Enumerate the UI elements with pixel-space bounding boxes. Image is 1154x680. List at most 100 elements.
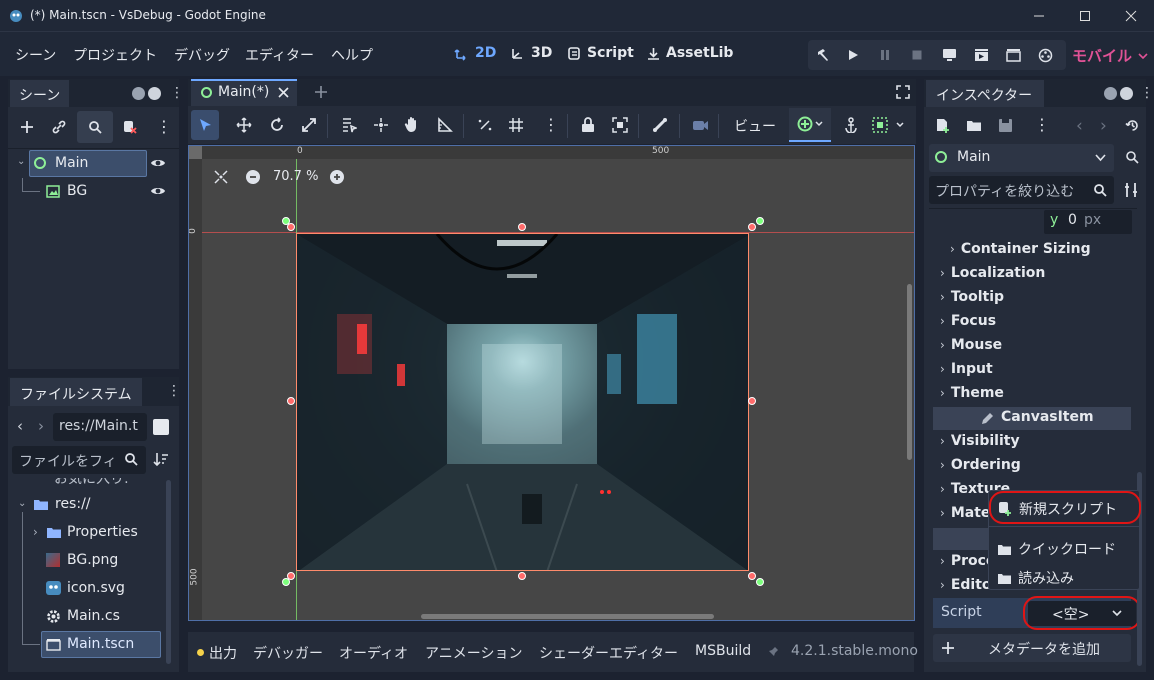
instance-scene-button[interactable] bbox=[46, 114, 72, 140]
dock-next-icon[interactable] bbox=[1120, 86, 1133, 100]
filesystem-scrollbar[interactable] bbox=[166, 480, 171, 664]
sort-button[interactable] bbox=[153, 451, 169, 467]
layout-preset-button[interactable] bbox=[872, 117, 906, 133]
kebab-menu-icon[interactable]: ⋮ bbox=[170, 85, 184, 101]
res-root[interactable]: res:// bbox=[55, 496, 91, 512]
node-selector-dropdown[interactable]: Main bbox=[929, 144, 1114, 172]
resize-handle-tl[interactable] bbox=[287, 223, 295, 231]
resize-handle-br[interactable] bbox=[748, 572, 756, 580]
tab-msbuild[interactable]: MSBuild bbox=[695, 643, 751, 659]
move-icon[interactable] bbox=[236, 117, 252, 133]
remote-debug-button[interactable] bbox=[936, 42, 962, 68]
play-button[interactable] bbox=[840, 42, 866, 68]
section-visibility[interactable]: › Visibility bbox=[940, 433, 1020, 449]
resize-handle-right[interactable] bbox=[748, 397, 756, 405]
open-folder-icon[interactable] bbox=[966, 119, 983, 133]
menu-scene[interactable]: シーン bbox=[15, 45, 56, 65]
add-node-button[interactable] bbox=[14, 114, 40, 140]
snap-options-icon[interactable]: ⋮ bbox=[543, 115, 559, 134]
menu-debug[interactable]: デバッグ bbox=[174, 45, 230, 65]
tab-audio[interactable]: オーディオ bbox=[339, 643, 408, 663]
new-resource-icon[interactable] bbox=[935, 118, 951, 134]
save-icon[interactable] bbox=[998, 118, 1013, 133]
kebab-menu-icon[interactable]: ⋮ bbox=[1140, 85, 1154, 101]
file-bg-png[interactable]: BG.png bbox=[67, 552, 118, 568]
section-focus[interactable]: › Focus bbox=[940, 313, 996, 329]
section-input[interactable]: › Input bbox=[940, 361, 993, 377]
add-child-shortcut-button[interactable] bbox=[789, 108, 831, 142]
section-theme[interactable]: › Theme bbox=[940, 385, 1004, 401]
anchor-handle-tr[interactable] bbox=[756, 217, 764, 225]
renderer-selector[interactable]: モバイル bbox=[1072, 45, 1148, 66]
menu-help[interactable]: ヘルプ bbox=[331, 45, 373, 65]
smart-snap-icon[interactable] bbox=[477, 117, 493, 133]
grid-snap-icon[interactable] bbox=[508, 117, 524, 133]
zoom-in-button[interactable] bbox=[330, 170, 344, 184]
anchor-handle-br[interactable] bbox=[756, 578, 764, 586]
resize-handle-tr[interactable] bbox=[748, 223, 756, 231]
scene-options-icon[interactable]: ⋮ bbox=[156, 117, 172, 136]
menu-quick-load[interactable]: クイックロード bbox=[997, 539, 1116, 559]
history-forward-icon[interactable]: › bbox=[1100, 116, 1107, 136]
file-main-cs[interactable]: Main.cs bbox=[67, 608, 120, 624]
section-mouse[interactable]: › Mouse bbox=[940, 337, 1002, 353]
tab-debugger[interactable]: デバッガー bbox=[253, 643, 323, 663]
forward-arrow-icon[interactable]: › bbox=[38, 417, 44, 435]
collapse-arrow-icon[interactable]: ⌄ bbox=[18, 498, 26, 509]
file-properties[interactable]: Properties bbox=[67, 524, 138, 540]
toggle-split-icon[interactable] bbox=[153, 419, 169, 435]
select-mode-button[interactable] bbox=[191, 110, 219, 140]
maximize-button[interactable] bbox=[1062, 0, 1108, 32]
bg-texture-image[interactable] bbox=[296, 233, 749, 571]
movie-maker-button[interactable] bbox=[1032, 42, 1058, 68]
filter-nodes-button[interactable] bbox=[77, 111, 113, 143]
list-select-icon[interactable] bbox=[341, 117, 357, 133]
mode-script-button[interactable]: Script bbox=[567, 45, 634, 61]
file-icon-svg[interactable]: icon.svg bbox=[67, 580, 125, 596]
y-value-field[interactable]: y 0 px bbox=[1044, 210, 1132, 234]
menu-project[interactable]: プロジェクト bbox=[73, 45, 157, 65]
section-container-sizing[interactable]: › Container Sizing bbox=[950, 241, 1091, 257]
ruler-icon[interactable] bbox=[437, 117, 453, 133]
viewport-vscrollbar[interactable] bbox=[907, 284, 912, 460]
resize-handle-bl[interactable] bbox=[287, 572, 295, 580]
tab-animation[interactable]: アニメーション bbox=[425, 643, 522, 663]
attach-script-button[interactable] bbox=[117, 114, 143, 140]
fullscreen-icon[interactable] bbox=[896, 85, 910, 99]
dock-prev-icon[interactable] bbox=[132, 86, 145, 100]
menu-editor[interactable]: エディター bbox=[245, 45, 314, 65]
history-back-icon[interactable]: ‹ bbox=[1076, 116, 1083, 136]
tab-filesystem[interactable]: ファイルシステム bbox=[10, 378, 142, 406]
minimize-button[interactable] bbox=[1016, 0, 1062, 32]
group-icon[interactable] bbox=[612, 117, 628, 133]
collapse-arrow-icon[interactable]: ⌄ bbox=[17, 156, 25, 167]
lock-icon[interactable] bbox=[581, 117, 595, 133]
inspector-tools-icon[interactable] bbox=[1124, 182, 1140, 198]
pan-hand-icon[interactable] bbox=[404, 116, 420, 133]
tab-inspector[interactable]: インスペクター bbox=[926, 80, 1044, 107]
dock-next-icon[interactable] bbox=[148, 86, 161, 100]
dock-prev-icon[interactable] bbox=[1104, 86, 1117, 100]
pause-button[interactable] bbox=[872, 42, 898, 68]
path-field[interactable]: res://Main.t bbox=[53, 413, 147, 441]
visibility-toggle-bg[interactable] bbox=[150, 183, 166, 199]
section-material[interactable]: › Mate bbox=[940, 505, 990, 521]
section-ordering[interactable]: › Ordering bbox=[940, 457, 1021, 473]
play-scene-button[interactable] bbox=[968, 42, 994, 68]
plus-icon[interactable] bbox=[314, 85, 328, 99]
property-filter-input[interactable]: プロパティを絞り込む bbox=[929, 176, 1114, 204]
kebab-menu-icon[interactable]: ⋮ bbox=[167, 383, 181, 399]
resource-options-icon[interactable]: ⋮ bbox=[1034, 115, 1050, 134]
resize-handle-top[interactable] bbox=[518, 223, 526, 231]
rotate-icon[interactable] bbox=[269, 117, 285, 133]
build-button[interactable] bbox=[810, 42, 836, 68]
play-custom-scene-button[interactable] bbox=[1000, 42, 1026, 68]
history-icon[interactable] bbox=[1125, 118, 1140, 133]
zoom-level[interactable]: 70.7 % bbox=[273, 169, 318, 184]
pivot-icon[interactable] bbox=[373, 117, 389, 133]
node-doc-icon[interactable] bbox=[1124, 150, 1140, 166]
add-metadata-button[interactable]: メタデータを追加 bbox=[933, 634, 1131, 662]
viewport-hscrollbar[interactable] bbox=[421, 614, 714, 619]
resize-handle-bottom[interactable] bbox=[518, 572, 526, 580]
window-titlebar[interactable]: (*) Main.tscn - VsDebug - Godot Engine bbox=[0, 0, 1154, 32]
